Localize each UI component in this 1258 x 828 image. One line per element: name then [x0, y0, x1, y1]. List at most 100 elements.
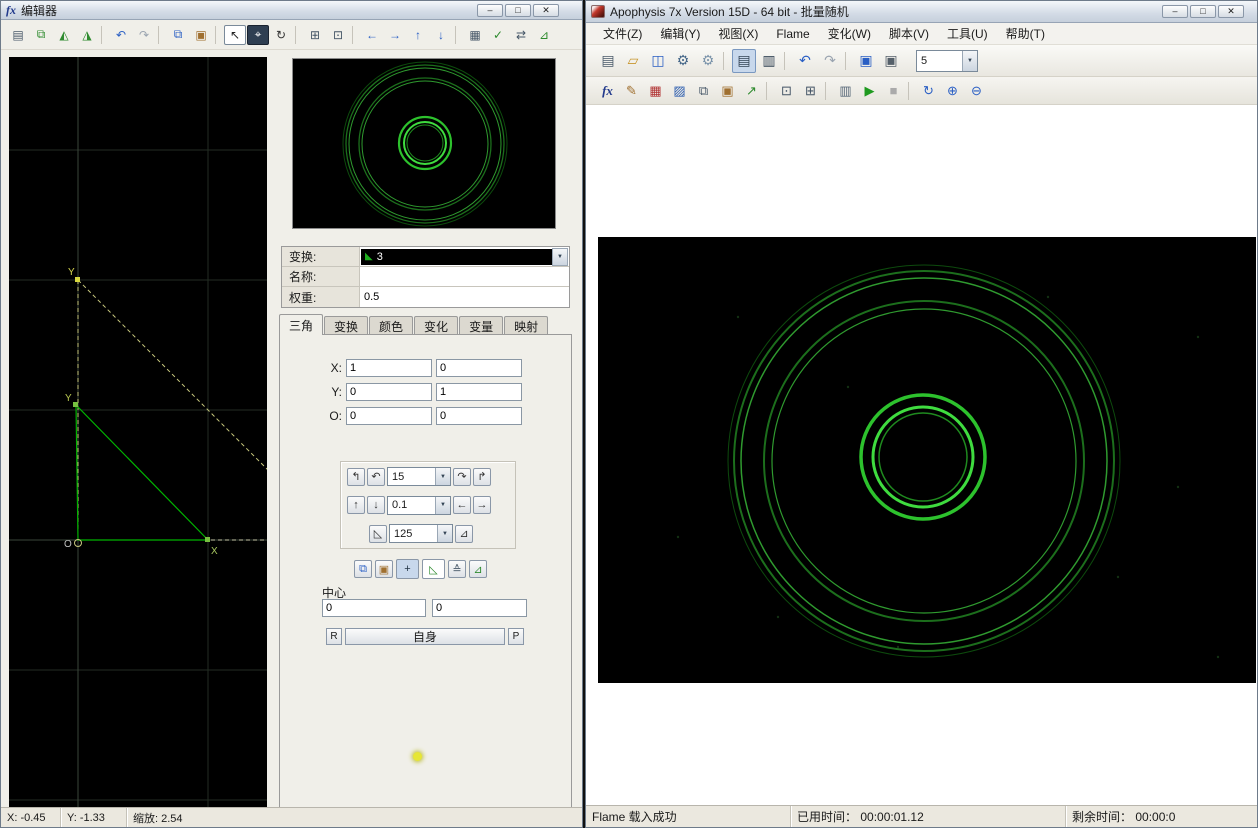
transform-select[interactable]: ◣ 3 ▼ [360, 247, 569, 266]
menu-script[interactable]: 脚本(V) [880, 23, 938, 44]
zoom-out-icon[interactable]: ⊖ [965, 80, 988, 102]
adjust-icon[interactable]: ✎ [620, 80, 643, 102]
move-down-icon[interactable]: ↓ [367, 496, 385, 514]
y2-input[interactable] [436, 383, 522, 401]
rotate-left-icon[interactable]: ↶ [367, 467, 385, 486]
transform-triangle[interactable] [75, 403, 210, 541]
editor-minimize-button[interactable]: – [477, 3, 503, 17]
reset-pivot-button[interactable]: R [326, 628, 342, 645]
tab-mapping[interactable]: 映射 [504, 316, 549, 335]
display-icon[interactable]: ▣ [879, 49, 903, 73]
scale-step-combo-value[interactable]: 125 [390, 528, 437, 540]
save-icon[interactable]: ◫ [646, 49, 670, 73]
triangle-editor-canvas[interactable]: Y Y X O [9, 57, 339, 807]
menu-help[interactable]: 帮助(T) [997, 23, 1054, 44]
triangle-pick-icon[interactable]: ◺ [422, 559, 445, 579]
move-up-icon[interactable]: ↑ [347, 496, 365, 514]
pivot-mode-icon[interactable]: + [396, 559, 419, 579]
o2-input[interactable] [436, 407, 522, 425]
copy-params-icon[interactable]: ⧉ [692, 80, 715, 102]
menu-edit[interactable]: 编辑(Y) [651, 23, 709, 44]
redo-icon[interactable]: ↷ [133, 25, 155, 45]
editor-titlebar[interactable]: fx 编辑器 – □ ✕ [1, 1, 582, 20]
sort-list-icon[interactable]: ▥ [757, 49, 781, 73]
post-transform-icon[interactable]: ⊿ [533, 25, 555, 45]
menu-tools[interactable]: 工具(U) [938, 23, 997, 44]
stop-icon[interactable]: ■ [882, 80, 905, 102]
move-left-icon[interactable]: ← [453, 496, 471, 514]
transform-weight-input[interactable] [361, 289, 568, 305]
transform-name-input[interactable] [361, 268, 568, 285]
x2-input[interactable] [436, 359, 522, 377]
paste-params-icon[interactable]: ▣ [716, 80, 739, 102]
select-tool-icon[interactable]: ↖ [224, 24, 246, 45]
menu-variation[interactable]: 变化(W) [819, 23, 880, 44]
pan-right-icon[interactable]: → [384, 25, 406, 45]
main-titlebar[interactable]: Apophysis 7x Version 15D - 64 bit - 批量随机… [586, 1, 1257, 23]
redo-icon[interactable]: ↷ [818, 49, 842, 73]
pan-up-icon[interactable]: ↑ [407, 25, 429, 45]
main-minimize-button[interactable]: – [1162, 5, 1188, 18]
export-icon[interactable]: ↗ [740, 80, 763, 102]
main-maximize-button[interactable]: □ [1190, 5, 1216, 18]
scale-step-combo-arrow[interactable]: ▼ [437, 525, 452, 542]
pan-down-icon[interactable]: ↓ [430, 25, 452, 45]
rotate-tool-icon[interactable]: ↻ [270, 25, 292, 45]
delete-transform-icon[interactable]: ◮ [76, 25, 98, 45]
run-icon[interactable]: ▶ [858, 80, 881, 102]
image-size-icon[interactable]: ▣ [854, 49, 878, 73]
messages-icon[interactable]: ▥ [834, 80, 857, 102]
center-y-input[interactable] [432, 599, 527, 617]
refresh-icon[interactable]: ↻ [917, 80, 940, 102]
scale-down-icon[interactable]: ◺ [369, 524, 387, 543]
copy-icon[interactable]: ⧉ [167, 25, 189, 45]
move-tool-icon[interactable]: ⌖ [247, 24, 269, 45]
tab-triangle[interactable]: 三角 [279, 314, 324, 335]
transform-select-arrow[interactable]: ▼ [552, 247, 568, 266]
xaos-view-icon[interactable]: ⇄ [510, 25, 532, 45]
new-flame-icon[interactable]: ▤ [7, 25, 29, 45]
y1-input[interactable] [346, 383, 432, 401]
rotate-right-90-icon[interactable]: ↱ [473, 467, 491, 486]
quality-combo-arrow[interactable]: ▼ [962, 50, 977, 71]
render-all-icon[interactable]: ⚙ [696, 49, 720, 73]
vertex-x-handle[interactable] [205, 537, 210, 542]
local-pivot-icon[interactable]: ⊡ [327, 25, 349, 45]
main-preview-area[interactable] [586, 105, 1257, 805]
world-pivot-icon[interactable]: ⊞ [304, 25, 326, 45]
tile-windows-icon[interactable]: ⊞ [799, 80, 822, 102]
fullscreen-icon[interactable]: ⊡ [775, 80, 798, 102]
move-step-combo-value[interactable]: 0.1 [388, 499, 435, 511]
tab-transform[interactable]: 变换 [324, 316, 369, 335]
post-pivot-button[interactable]: P [508, 628, 524, 645]
rotate-step-combo[interactable]: 15 ▼ [387, 467, 451, 486]
add-transform-icon[interactable]: ◭ [53, 25, 75, 45]
menu-flame[interactable]: Flame [767, 25, 818, 43]
weight-balance-icon[interactable]: ≙ [448, 560, 466, 578]
rotate-step-combo-value[interactable]: 15 [388, 471, 435, 483]
quality-combo[interactable]: 5 ▼ [916, 49, 978, 72]
gradient-icon[interactable]: ▦ [644, 80, 667, 102]
quality-combo-value[interactable]: 5 [917, 55, 962, 67]
rotate-left-90-icon[interactable]: ↰ [347, 467, 365, 486]
scale-up-icon[interactable]: ⊿ [455, 524, 473, 543]
center-x-input[interactable] [322, 599, 426, 617]
duplicate-transform-icon[interactable]: ⧉ [30, 25, 52, 45]
open-icon[interactable]: ▱ [621, 49, 645, 73]
move-step-combo-arrow[interactable]: ▼ [435, 496, 450, 514]
variation-preview-icon[interactable]: ✓ [487, 25, 509, 45]
paste-coords-icon[interactable]: ▣ [375, 560, 393, 578]
rotate-step-combo-arrow[interactable]: ▼ [435, 468, 450, 485]
palette-icon[interactable]: ▨ [668, 80, 691, 102]
undo-icon[interactable]: ↶ [110, 25, 132, 45]
move-right-icon[interactable]: → [473, 496, 491, 514]
menu-file[interactable]: 文件(Z) [594, 23, 651, 44]
paste-icon[interactable]: ▣ [190, 25, 212, 45]
pan-left-icon[interactable]: ← [361, 25, 383, 45]
vertex-y-handle[interactable] [73, 402, 78, 407]
main-close-button[interactable]: ✕ [1218, 5, 1244, 18]
transform-select-value[interactable]: ◣ 3 [361, 248, 552, 265]
o1-input[interactable] [346, 407, 432, 425]
axes-lock-icon[interactable]: ⊿ [469, 560, 487, 578]
tab-color[interactable]: 颜色 [369, 316, 414, 335]
